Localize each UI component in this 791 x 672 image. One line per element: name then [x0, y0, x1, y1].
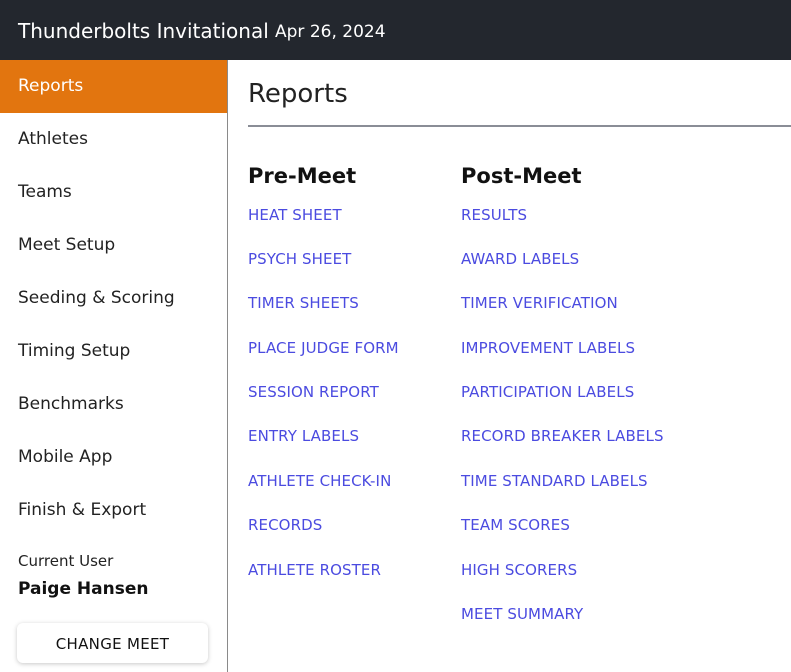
report-link-timer-verification[interactable]: TIMER VERIFICATION: [461, 292, 618, 314]
sidebar-item-athletes[interactable]: Athletes: [0, 113, 227, 166]
report-link-place-judge-form[interactable]: PLACE JUDGE FORM: [248, 337, 399, 359]
page-title: Reports: [248, 79, 348, 109]
sidebar-item-teams[interactable]: Teams: [0, 166, 227, 219]
pre-meet-heading: Pre-Meet: [248, 164, 357, 188]
report-link-heat-sheet[interactable]: HEAT SHEET: [248, 204, 342, 226]
report-link-team-scores[interactable]: TEAM SCORES: [461, 514, 570, 536]
current-user-name: Paige Hansen: [18, 579, 149, 599]
meet-name: Thunderbolts Invitational: [18, 19, 269, 43]
report-link-meet-summary[interactable]: MEET SUMMARY: [461, 603, 583, 625]
report-link-athlete-roster[interactable]: ATHLETE ROSTER: [248, 559, 381, 581]
report-link-records[interactable]: RECORDS: [248, 514, 322, 536]
report-link-session-report[interactable]: SESSION REPORT: [248, 381, 379, 403]
sidebar-item-reports[interactable]: Reports: [0, 60, 227, 113]
report-link-timer-sheets[interactable]: TIMER SHEETS: [248, 292, 359, 314]
report-link-results[interactable]: RESULTS: [461, 204, 527, 226]
sidebar-item-timing-setup[interactable]: Timing Setup: [0, 325, 227, 378]
sidebar-item-finish-export[interactable]: Finish & Export: [0, 484, 227, 537]
report-link-record-breaker-labels[interactable]: RECORD BREAKER LABELS: [461, 425, 664, 447]
report-link-psych-sheet[interactable]: PSYCH SHEET: [248, 248, 351, 270]
sidebar-item-seeding-scoring[interactable]: Seeding & Scoring: [0, 272, 227, 325]
sidebar-item-meet-setup[interactable]: Meet Setup: [0, 219, 227, 272]
report-link-time-standard-labels[interactable]: TIME STANDARD LABELS: [461, 470, 648, 492]
top-bar: Thunderbolts Invitational Apr 26, 2024: [0, 0, 791, 60]
report-link-improvement-labels[interactable]: IMPROVEMENT LABELS: [461, 337, 635, 359]
title-divider: [248, 125, 791, 127]
report-link-entry-labels[interactable]: ENTRY LABELS: [248, 425, 359, 447]
meet-date: Apr 26, 2024: [275, 22, 386, 42]
report-link-athlete-check-in[interactable]: ATHLETE CHECK-IN: [248, 470, 391, 492]
sidebar: Reports Athletes Teams Meet Setup Seedin…: [0, 60, 228, 672]
report-link-participation-labels[interactable]: PARTICIPATION LABELS: [461, 381, 634, 403]
report-link-high-scorers[interactable]: HIGH SCORERS: [461, 559, 577, 581]
report-link-award-labels[interactable]: AWARD LABELS: [461, 248, 579, 270]
sidebar-item-mobile-app[interactable]: Mobile App: [0, 431, 227, 484]
current-user-label: Current User: [18, 552, 114, 570]
sidebar-item-benchmarks[interactable]: Benchmarks: [0, 378, 227, 431]
change-meet-button[interactable]: CHANGE MEET: [17, 623, 208, 663]
post-meet-heading: Post-Meet: [461, 164, 582, 188]
